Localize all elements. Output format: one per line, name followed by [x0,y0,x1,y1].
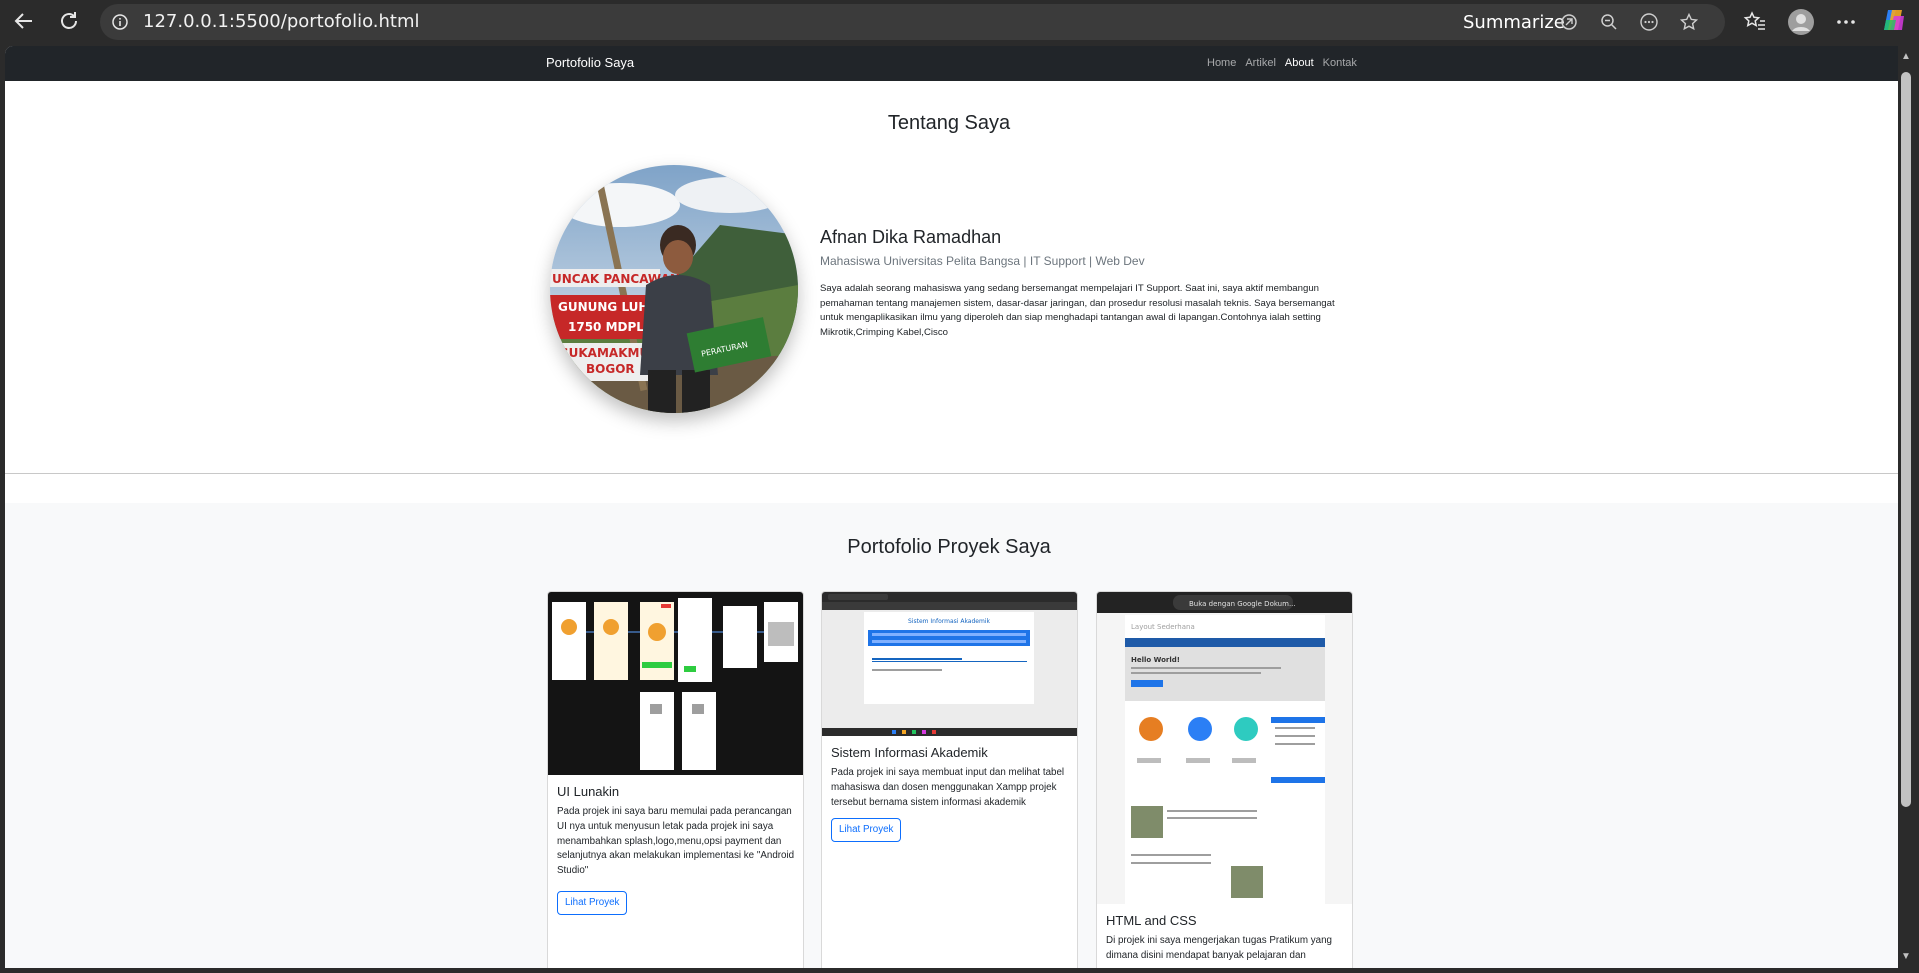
favorite-icon[interactable] [1680,13,1698,31]
svg-text:1750 MDPL: 1750 MDPL [568,320,644,334]
copilot-icon[interactable] [1880,6,1908,34]
scroll-down-icon[interactable]: ▼ [1901,952,1911,962]
project-title: UI Lunakin [557,784,620,799]
refresh-icon[interactable] [57,9,81,33]
navbar-brand[interactable]: Portofolio Saya [546,55,634,70]
project-card-html-css: Buka dengan Google Dokum... Layout Seder… [1096,591,1353,968]
project-description: Pada projek ini saya baru memulai pada p… [557,806,795,877]
nav-link-artikel[interactable]: Artikel [1245,57,1276,69]
nav-link-about[interactable]: About [1285,57,1314,69]
about-title: Tentang Saya [887,112,1011,134]
about-name: Afnan Dika Ramadhan [820,227,1002,247]
back-icon[interactable] [12,9,36,33]
summarize-icon[interactable] [1560,13,1578,31]
svg-text:BOGOR: BOGOR [586,362,635,376]
nav-link-kontak[interactable]: Kontak [1323,57,1357,69]
summarize-button[interactable]: Summarize [1463,12,1565,33]
zoom-icon[interactable] [1600,13,1618,31]
portfolio-title: Portofolio Proyek Saya [847,536,1051,558]
menu-icon[interactable] [1834,10,1858,34]
section-divider [5,473,1898,474]
address-bar[interactable]: 127.0.0.1:5500/portofolio.html Summarize [100,4,1725,40]
project-card-sistem-informasi: Sistem Informasi Akademik Sistem Informa… [821,591,1078,968]
project-description: Pada projek ini saya membuat input dan m… [831,767,1065,808]
site-navbar: Portofolio Saya Home Artikel About Konta… [5,46,1898,81]
profile-icon[interactable] [1787,8,1815,36]
favorites-icon[interactable] [1743,10,1767,34]
scroll-up-icon[interactable]: ▲ [1901,52,1911,62]
project-image-ui-lunakin [548,592,803,775]
screenshot-hello: Hello World! [1131,656,1180,664]
project-card-ui-lunakin: UI Lunakin Pada projek ini saya baru mem… [547,591,804,968]
svg-text:GUNUNG LUH: GUNUNG LUH [558,300,648,314]
screenshot-heading: Layout Sederhana [1131,623,1195,631]
screenshot-toolbar: Buka dengan Google Dokum... [1189,600,1296,608]
screenshot-heading: Sistem Informasi Akademik [908,618,990,625]
project-image-sistem-informasi: Sistem Informasi Akademik [822,592,1077,736]
info-icon[interactable] [112,14,128,30]
about-subtitle: Mahasiswa Universitas Pelita Bangsa | IT… [820,254,1145,268]
navbar-links: Home Artikel About Kontak [1207,57,1357,69]
about-description: Saya adalah seorang mahasiswa yang sedan… [820,283,1335,338]
project-image-html-css: Buka dengan Google Dokum... Layout Seder… [1097,592,1352,904]
more-icon[interactable] [1640,13,1658,31]
view-project-button[interactable]: Lihat Proyek [557,891,628,915]
scrollbar-thumb[interactable] [1901,72,1911,807]
nav-link-home[interactable]: Home [1207,57,1236,69]
profile-photo: UNCAK PANCAWAN GUNUNG LUH 1750 MDPL SUKA… [550,165,798,413]
view-project-button[interactable]: Lihat Proyek [831,818,902,842]
url-text[interactable]: 127.0.0.1:5500/portofolio.html [143,11,420,32]
browser-toolbar: 127.0.0.1:5500/portofolio.html Summarize [0,0,1919,44]
project-description: Di projek ini saya mengerjakan tugas Pra… [1106,935,1332,961]
page-viewport: Portofolio Saya Home Artikel About Konta… [5,46,1898,968]
project-title: Sistem Informasi Akademik [831,745,988,760]
project-title: HTML and CSS [1106,913,1197,928]
